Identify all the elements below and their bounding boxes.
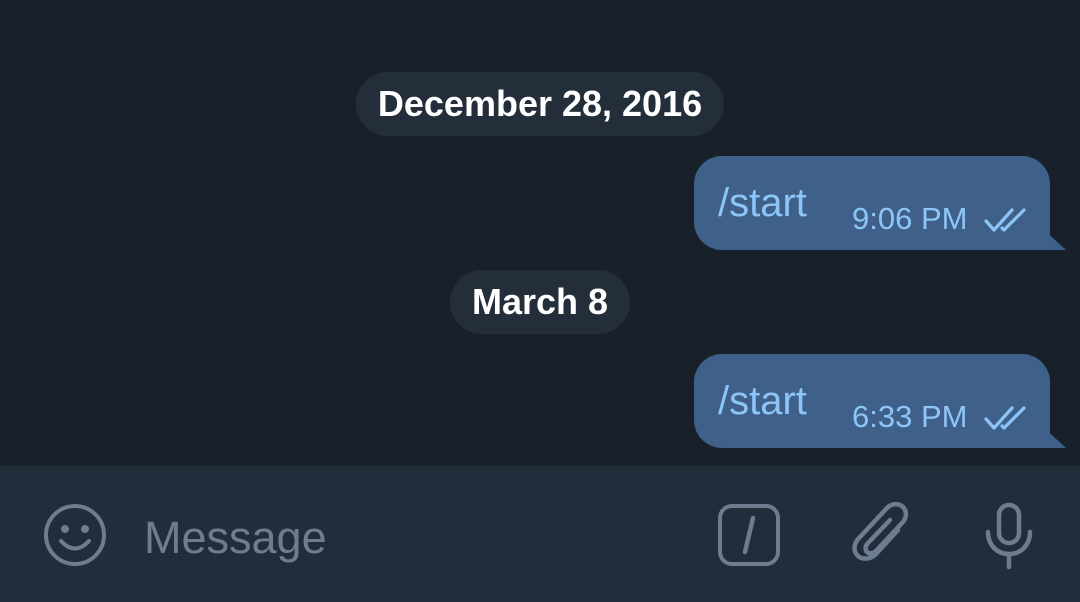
message-text: /start [718, 379, 807, 423]
chat-messages-area[interactable]: December 28, 2016 /start 9:06 PM March 8… [0, 0, 1080, 466]
microphone-icon[interactable] [984, 502, 1034, 570]
date-separator-label: March 8 [471, 281, 609, 322]
date-separator: March 8 [449, 270, 631, 334]
date-separator: December 28, 2016 [355, 72, 725, 136]
double-check-icon [984, 208, 1026, 232]
outgoing-message[interactable]: /start 9:06 PM [694, 156, 1050, 250]
double-check-icon [984, 406, 1026, 430]
message-input[interactable]: Message [144, 512, 327, 564]
message-time: 6:33 PM [852, 399, 968, 434]
message-composer: Message [0, 466, 1080, 602]
bot-command-icon[interactable] [716, 502, 782, 568]
attach-icon[interactable] [852, 500, 914, 570]
outgoing-message[interactable]: /start 6:33 PM [694, 354, 1050, 448]
message-time: 9:06 PM [852, 201, 968, 236]
date-separator-label: December 28, 2016 [377, 83, 703, 124]
emoji-icon[interactable] [42, 502, 108, 568]
message-text: /start [718, 181, 807, 225]
